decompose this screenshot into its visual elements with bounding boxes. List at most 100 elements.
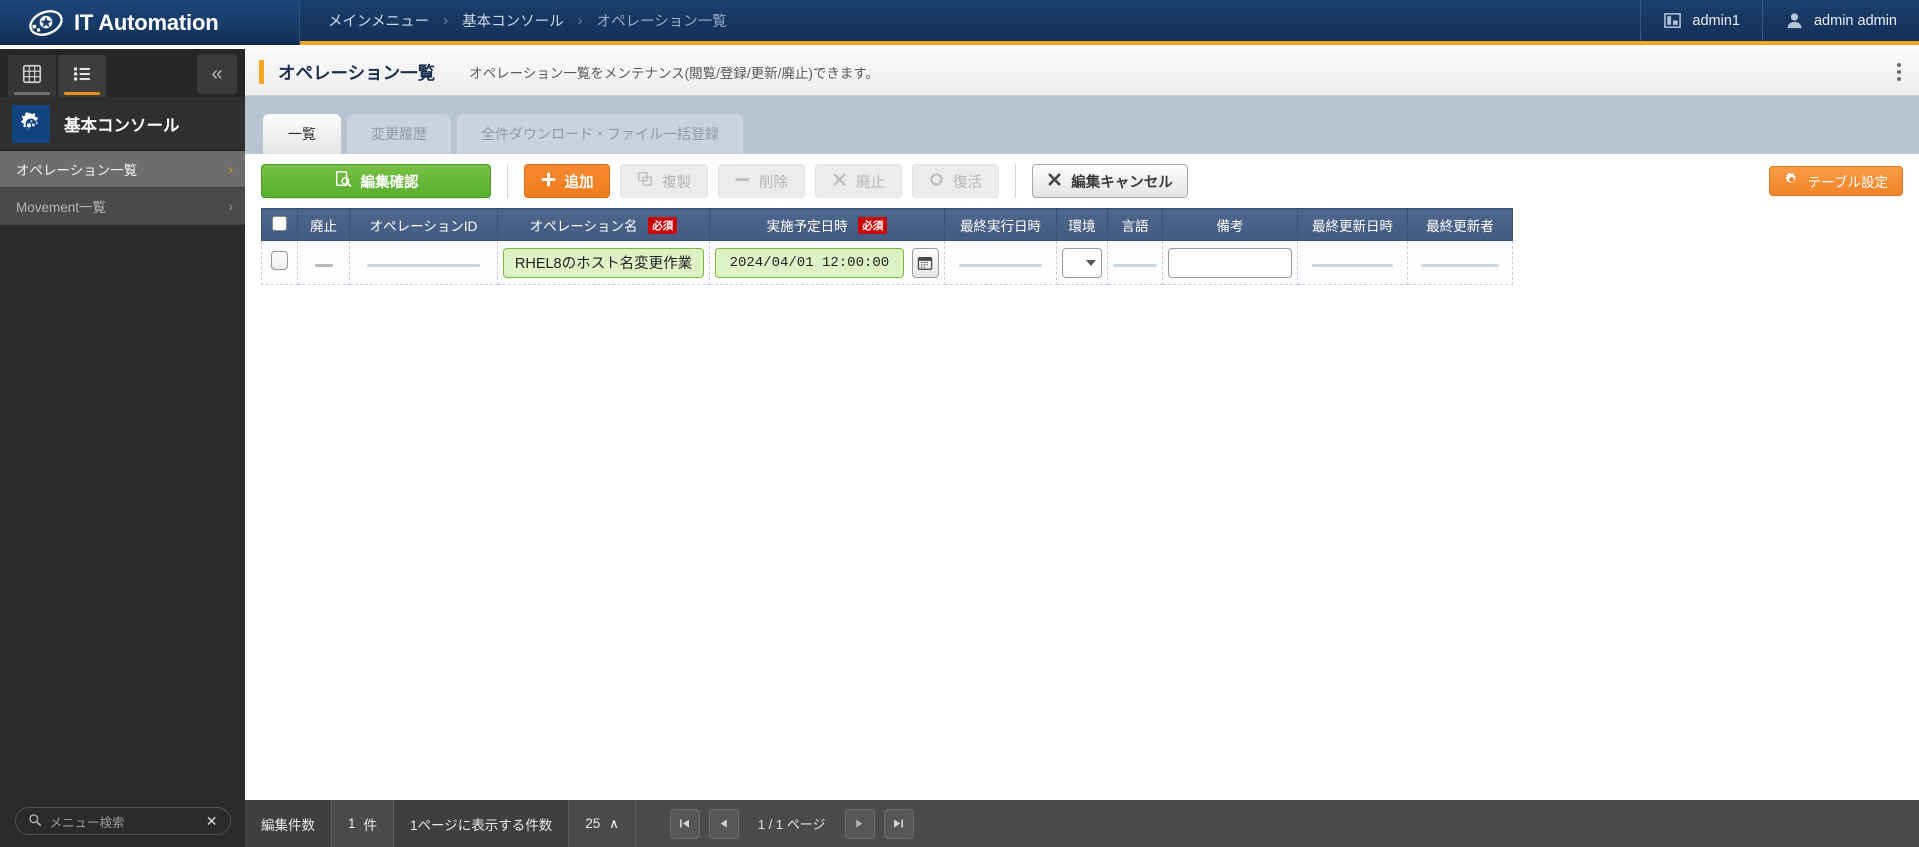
menu-search-placeholder: メニュー検索 xyxy=(49,815,125,830)
sidebar: « 基本コンソール オペレーション一覧 › Movement一覧 › メニュー検… xyxy=(0,49,245,847)
empty-line xyxy=(1311,263,1394,267)
tab-label: 変更履歴 xyxy=(371,126,427,142)
next-page-icon[interactable] xyxy=(844,808,875,839)
table-settings-label: テーブル設定 xyxy=(1807,175,1888,190)
breadcrumb-separator: › xyxy=(577,12,583,29)
th-discard[interactable]: 廃止 xyxy=(297,208,350,241)
tab-underline xyxy=(64,92,100,95)
sidebar-empty-area xyxy=(0,225,245,795)
table-settings-button[interactable]: テーブル設定 xyxy=(1768,166,1903,196)
edit-count-unit: 件 xyxy=(363,817,378,833)
th-label: 最終更新者 xyxy=(1426,218,1494,234)
th-scheduled-datetime[interactable]: 実施予定日時 必須 xyxy=(709,208,945,241)
scheduled-datetime-input[interactable]: 2024/04/01 12:00:00 xyxy=(715,247,904,278)
page-separator: / xyxy=(768,817,773,832)
first-page-icon[interactable] xyxy=(669,808,700,839)
pagination: 1 / 1 ページ xyxy=(654,800,930,847)
kebab-menu-icon[interactable] xyxy=(1897,63,1901,81)
cell-environment[interactable] xyxy=(1056,240,1108,285)
per-page-label-text: 1ページに表示する件数 xyxy=(410,817,553,833)
delete-label: 削除 xyxy=(759,174,788,191)
operation-name-input[interactable]: RHEL8のホスト名変更作業 xyxy=(503,247,704,278)
cell-row-select[interactable] xyxy=(261,240,298,285)
th-environment[interactable]: 環境 xyxy=(1056,208,1108,241)
top-bar: IT Automation メインメニュー › 基本コンソール › オペレーショ… xyxy=(0,0,1919,45)
restore-label: 復活 xyxy=(953,174,982,191)
user-menu[interactable]: admin admin xyxy=(1761,0,1919,41)
cancel-edit-label: 編集キャンセル xyxy=(1071,174,1173,191)
th-remarks[interactable]: 備考 xyxy=(1162,208,1298,241)
tab-bulk-download-upload[interactable]: 全件ダウンロード・ファイル一括登録 xyxy=(457,114,743,154)
cell-scheduled-datetime[interactable]: 2024/04/01 12:00:00 xyxy=(709,240,945,285)
edit-count-label-text: 編集件数 xyxy=(261,817,315,833)
chevron-up-icon: ∧ xyxy=(609,815,619,831)
row-checkbox[interactable] xyxy=(271,250,288,270)
breadcrumb-item-main-menu[interactable]: メインメニュー xyxy=(328,10,429,31)
edit-count-label: 編集件数 xyxy=(245,800,332,847)
brand[interactable]: IT Automation xyxy=(0,0,300,45)
per-page-selector[interactable]: 25 ∧ xyxy=(569,800,636,847)
discard-button[interactable]: 廃止 xyxy=(815,164,902,198)
circle-icon xyxy=(929,172,944,191)
cancel-edit-button[interactable]: 編集キャンセル xyxy=(1032,164,1188,198)
chevron-right-icon: › xyxy=(228,198,233,214)
tab-underline xyxy=(14,92,50,95)
sidebar-item-movement-list[interactable]: Movement一覧 › xyxy=(0,188,245,225)
sidebar-item-operation-list[interactable]: オペレーション一覧 › xyxy=(0,151,245,188)
top-right-actions: admin1 admin admin xyxy=(1640,0,1919,41)
prev-page-icon[interactable] xyxy=(708,808,739,839)
th-last-update-datetime[interactable]: 最終更新日時 xyxy=(1297,208,1408,241)
close-icon[interactable]: ✕ xyxy=(206,813,218,830)
empty-line xyxy=(1113,263,1157,267)
add-button[interactable]: 追加 xyxy=(524,164,610,198)
th-select-all[interactable] xyxy=(261,208,298,241)
tab-change-history[interactable]: 変更履歴 xyxy=(347,114,451,154)
search-icon xyxy=(28,813,42,830)
th-operation-name[interactable]: オペレーション名 必須 xyxy=(497,208,710,241)
cell-operation-id xyxy=(349,240,498,285)
footer-gap xyxy=(636,800,654,847)
duplicate-label: 複製 xyxy=(662,174,691,191)
sidebar-header-label: 基本コンソール xyxy=(64,116,180,135)
workspace-label: admin1 xyxy=(1692,12,1740,29)
cell-operation-name[interactable]: RHEL8のホスト名変更作業 xyxy=(497,240,710,285)
workspace-selector[interactable]: admin1 xyxy=(1640,0,1762,41)
th-language[interactable]: 言語 xyxy=(1107,208,1163,241)
document-search-icon xyxy=(334,170,352,192)
table-container: 廃止 オペレーションID オペレーション名 必須 実施予定日時 必須 最終実行日… xyxy=(245,208,1919,285)
gear-console-icon xyxy=(12,104,50,143)
sidebar-header: 基本コンソール xyxy=(0,97,245,151)
confirm-edit-button[interactable]: 編集確認 xyxy=(261,164,491,198)
cell-discard xyxy=(297,240,350,285)
th-label: オペレーション名 xyxy=(529,218,638,234)
th-operation-id[interactable]: オペレーションID xyxy=(349,208,498,241)
discard-label: 廃止 xyxy=(856,174,885,191)
th-last-updater[interactable]: 最終更新者 xyxy=(1407,208,1513,241)
tab-list[interactable]: 一覧 xyxy=(263,114,341,154)
per-page-value: 25 xyxy=(585,816,601,831)
select-all-checkbox[interactable] xyxy=(272,215,287,231)
remarks-input[interactable] xyxy=(1168,247,1292,278)
last-page-icon[interactable] xyxy=(883,808,914,839)
page-total: 1 xyxy=(775,817,784,832)
chevron-right-icon: › xyxy=(228,161,233,177)
delete-button[interactable]: 削除 xyxy=(718,164,805,198)
restore-button[interactable]: 復活 xyxy=(912,164,999,198)
th-last-exec-datetime[interactable]: 最終実行日時 xyxy=(944,208,1057,241)
menu-search-input[interactable]: メニュー検索 ✕ xyxy=(14,807,231,835)
table-header-row: 廃止 オペレーションID オペレーション名 必須 実施予定日時 必須 最終実行日… xyxy=(261,208,1513,241)
chevron-double-left-icon[interactable]: « xyxy=(197,54,237,94)
duplicate-button[interactable]: 複製 xyxy=(620,164,708,198)
sidebar-tab-list-view[interactable] xyxy=(58,55,106,97)
gear-icon xyxy=(1784,172,1799,190)
grid-icon xyxy=(21,63,43,90)
swirl-logo-icon xyxy=(28,7,64,39)
cell-remarks[interactable] xyxy=(1162,240,1298,285)
copy-icon xyxy=(637,171,653,191)
environment-select[interactable] xyxy=(1062,247,1102,278)
th-label: 備考 xyxy=(1216,218,1244,234)
sidebar-tab-grid-view[interactable] xyxy=(8,55,56,97)
breadcrumb-separator: › xyxy=(443,12,449,29)
calendar-icon[interactable] xyxy=(911,247,939,278)
breadcrumb-item-console[interactable]: 基本コンソール xyxy=(462,10,564,31)
